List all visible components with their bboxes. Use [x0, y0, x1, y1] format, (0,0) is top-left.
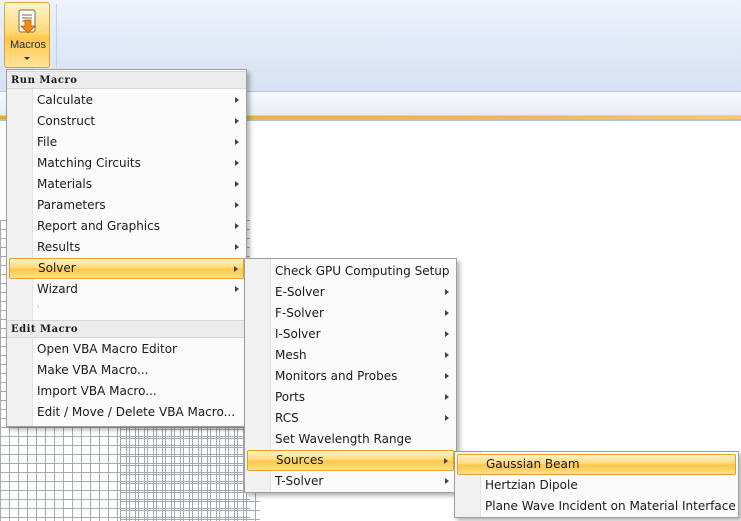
chevron-right-icon	[235, 97, 239, 103]
chevron-right-icon	[235, 286, 239, 292]
chevron-right-icon	[444, 458, 448, 464]
menu-item-file[interactable]: File	[9, 132, 244, 153]
chevron-down-icon	[24, 57, 30, 60]
menu-item-label: Monitors and Probes	[275, 369, 398, 383]
solver-submenu: Check GPU Computing Setup E-Solver F-Sol…	[244, 258, 457, 493]
menu-item-label: Edit / Move / Delete VBA Macro...	[37, 405, 236, 419]
macros-button[interactable]: Macros	[4, 2, 50, 68]
menu-item-label: T-Solver	[275, 474, 324, 488]
menu-item-hertzian-dipole[interactable]: Hertzian Dipole	[457, 475, 736, 496]
chevron-right-icon	[445, 289, 449, 295]
menu-item-gaussian-beam[interactable]: Gaussian Beam	[457, 454, 736, 475]
menu-item-plane-wave-incident[interactable]: Plane Wave Incident on Material Interfac…	[457, 496, 736, 517]
menu-item-sources[interactable]: Sources	[247, 450, 454, 471]
chevron-right-icon	[235, 181, 239, 187]
chevron-right-icon	[445, 352, 449, 358]
menu-item-label: I-Solver	[275, 327, 321, 341]
menu-item-label: Open VBA Macro Editor	[37, 342, 177, 356]
menu-item-rcs[interactable]: RCS	[247, 408, 454, 429]
menu-item-results[interactable]: Results	[9, 237, 244, 258]
menu-item-construct[interactable]: Construct	[9, 111, 244, 132]
menu-item-label: '	[37, 305, 40, 315]
chevron-right-icon	[445, 394, 449, 400]
menu-item-mesh[interactable]: Mesh	[247, 345, 454, 366]
macros-menu: Run Macro Calculate Construct File Match…	[6, 69, 247, 427]
menu-item-label: Materials	[37, 177, 93, 191]
scroll-down-arrow-icon	[18, 9, 36, 34]
menu-item-label: Calculate	[37, 93, 94, 107]
menu-item-ports[interactable]: Ports	[247, 387, 454, 408]
menu-item-label: Set Wavelength Range	[275, 432, 412, 446]
menu-item-label: Sources	[276, 453, 324, 467]
menu-item-i-solver[interactable]: I-Solver	[247, 324, 454, 345]
menu-item-set-wavelength-range[interactable]: Set Wavelength Range	[247, 429, 454, 450]
menu-item-monitors-and-probes[interactable]: Monitors and Probes	[247, 366, 454, 387]
menu-item-label: Results	[37, 240, 81, 254]
menu-item-report-and-graphics[interactable]: Report and Graphics	[9, 216, 244, 237]
menu-item-matching-circuits[interactable]: Matching Circuits	[9, 153, 244, 174]
menu-item-label: Mesh	[275, 348, 307, 362]
menu-item-label: Wizard	[37, 282, 78, 296]
menu-item-label: Check GPU Computing Setup	[275, 264, 450, 278]
chevron-right-icon	[234, 266, 238, 272]
chevron-right-icon	[235, 139, 239, 145]
chevron-right-icon	[235, 244, 239, 250]
menu-item-import-vba-macro[interactable]: Import VBA Macro...	[9, 381, 244, 402]
menu-item-label: E-Solver	[275, 285, 325, 299]
chevron-right-icon	[235, 223, 239, 229]
chevron-right-icon	[445, 478, 449, 484]
chevron-right-icon	[235, 118, 239, 124]
menu-item-label: Hertzian Dipole	[485, 478, 578, 492]
menu-item-label: Matching Circuits	[37, 156, 141, 170]
menu-item-edit-move-delete-vba-macro[interactable]: Edit / Move / Delete VBA Macro...	[9, 402, 244, 423]
menu-item-open-vba-editor[interactable]: Open VBA Macro Editor	[9, 339, 244, 360]
menu-item-parameters[interactable]: Parameters	[9, 195, 244, 216]
menu-item-label: Plane Wave Incident on Material Interfac…	[485, 499, 736, 513]
menu-item-check-gpu-computing-setup[interactable]: Check GPU Computing Setup	[247, 261, 454, 282]
menu-item-label: RCS	[275, 411, 299, 425]
menu-item-label: Gaussian Beam	[486, 457, 580, 471]
menu-item-label: Construct	[37, 114, 96, 128]
menu-item-label: Report and Graphics	[37, 219, 160, 233]
workplane-grid-lower[interactable]	[120, 420, 260, 521]
menu-item-label: Parameters	[37, 198, 106, 212]
menu-item-label: Import VBA Macro...	[37, 384, 157, 398]
menu-item-label: Make VBA Macro...	[37, 363, 149, 377]
menu-item-blank[interactable]: '	[9, 300, 244, 321]
menu-item-f-solver[interactable]: F-Solver	[247, 303, 454, 324]
menu-item-label: File	[37, 135, 58, 149]
chevron-right-icon	[445, 310, 449, 316]
menu-item-label: Ports	[275, 390, 306, 404]
menu-item-label: Solver	[38, 261, 76, 275]
menu-item-calculate[interactable]: Calculate	[9, 90, 244, 111]
macros-label: Macros	[9, 39, 47, 51]
menu-item-solver[interactable]: Solver	[9, 258, 244, 279]
sources-submenu: Gaussian Beam Hertzian Dipole Plane Wave…	[454, 451, 739, 518]
menu-item-make-vba-macro[interactable]: Make VBA Macro...	[9, 360, 244, 381]
menu-item-materials[interactable]: Materials	[9, 174, 244, 195]
chevron-right-icon	[445, 373, 449, 379]
menu-item-wizard[interactable]: Wizard	[9, 279, 244, 300]
chevron-right-icon	[445, 415, 449, 421]
ribbon-separator	[56, 4, 57, 68]
menu-item-e-solver[interactable]: E-Solver	[247, 282, 454, 303]
menu-item-label: F-Solver	[275, 306, 324, 320]
chevron-right-icon	[235, 160, 239, 166]
chevron-right-icon	[235, 202, 239, 208]
run-macro-header: Run Macro	[7, 71, 246, 89]
chevron-right-icon	[445, 331, 449, 337]
edit-macro-header: Edit Macro	[7, 320, 246, 338]
menu-item-t-solver[interactable]: T-Solver	[247, 471, 454, 492]
